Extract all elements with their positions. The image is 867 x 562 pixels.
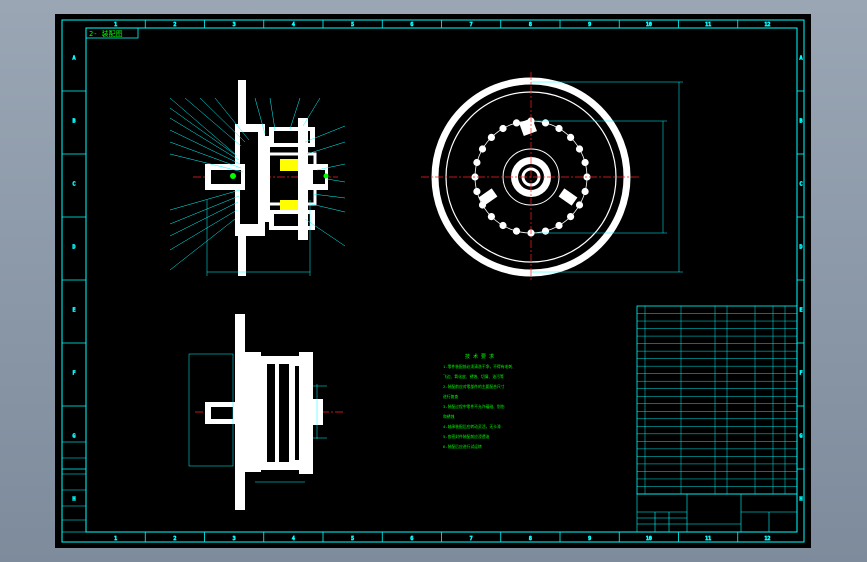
bolt-hole bbox=[575, 201, 584, 209]
zone-letter-right: C bbox=[799, 182, 802, 188]
bolt-hole bbox=[555, 221, 563, 230]
zone-letter-left: E bbox=[72, 308, 75, 314]
bolt-hole bbox=[581, 187, 589, 196]
bolt-hole bbox=[555, 124, 563, 133]
tech-requirement-line: 进行复查 bbox=[443, 394, 458, 399]
title-tab-text: 2- 装配图 bbox=[89, 29, 123, 38]
assembly-drawing-sheet: 112233445566778899101011111212A AB BC CD DE E… bbox=[61, 19, 805, 543]
zone-letter-right: G bbox=[799, 434, 802, 440]
zone-number-bottom: 9 bbox=[588, 536, 591, 542]
zone-number-top: 12 bbox=[764, 22, 770, 28]
bolt-hole bbox=[499, 221, 507, 230]
zone-letter-right: B bbox=[799, 119, 802, 125]
bolt-hole bbox=[512, 227, 521, 235]
zone-number-top: 10 bbox=[646, 22, 652, 28]
zone-number-bottom: 5 bbox=[351, 536, 354, 542]
zone-letter-left: B bbox=[72, 119, 75, 125]
bolt-hole bbox=[541, 119, 550, 127]
bolt-hole bbox=[487, 212, 496, 221]
zone-number-bottom: 12 bbox=[764, 536, 770, 542]
left-stamp-table bbox=[61, 441, 87, 533]
zone-letter-right: F bbox=[799, 371, 802, 377]
zone-number-bottom: 1 bbox=[114, 536, 117, 542]
bolt-hole bbox=[541, 227, 550, 235]
tech-requirement-line: 2.装配前应对零部件的主要配合尺寸 bbox=[443, 384, 505, 389]
bolt-hole bbox=[473, 187, 481, 196]
zone-letter-left: A bbox=[72, 56, 75, 62]
tech-requirement-line: 1.零件装配前必须清洗干净，不得有毛刺、 bbox=[443, 364, 516, 369]
tech-requirements-heading: 技 术 要 求 bbox=[465, 353, 494, 360]
zone-number-top: 3 bbox=[233, 22, 236, 28]
tech-requirement-line: 6.装配后应进行试运转 bbox=[443, 444, 482, 449]
zone-number-top: 2 bbox=[173, 22, 176, 28]
front-view bbox=[421, 72, 683, 282]
zone-number-bottom: 4 bbox=[292, 536, 295, 542]
zone-number-bottom: 11 bbox=[705, 536, 711, 542]
bolt-hole bbox=[581, 158, 589, 167]
side-view bbox=[188, 314, 345, 510]
zone-number-bottom: 3 bbox=[233, 536, 236, 542]
zone-letter-right: D bbox=[799, 245, 802, 251]
zone-letter-right: A bbox=[799, 56, 802, 62]
zone-number-bottom: 10 bbox=[646, 536, 652, 542]
zone-number-bottom: 6 bbox=[410, 536, 413, 542]
tech-requirement-line: 5.各密封件装配前应浸透油 bbox=[443, 434, 490, 439]
bolt-hole bbox=[575, 145, 584, 153]
tech-requirement-line: 3.装配过程中零件不允许磕碰、划伤 bbox=[443, 404, 505, 409]
bolt-hole bbox=[566, 133, 575, 142]
zone-letter-left: G bbox=[72, 434, 75, 440]
bolt-hole bbox=[487, 133, 496, 142]
zone-number-bottom: 8 bbox=[529, 536, 532, 542]
zone-letter-left: C bbox=[72, 182, 75, 188]
zone-number-top: 6 bbox=[410, 22, 413, 28]
zone-number-top: 9 bbox=[588, 22, 591, 28]
tech-requirement-line: 和锈蚀 bbox=[443, 414, 455, 419]
zone-letter-right: H bbox=[799, 497, 802, 503]
zone-number-top: 7 bbox=[470, 22, 473, 28]
section-view bbox=[169, 80, 346, 276]
zone-letter-right: E bbox=[799, 308, 802, 314]
tech-requirement-line: 4.轴承装配后应转动灵活，无卡滞 bbox=[443, 424, 501, 429]
zone-number-top: 11 bbox=[705, 22, 711, 28]
zone-number-top: 1 bbox=[114, 22, 117, 28]
zone-letter-left: H bbox=[72, 497, 75, 503]
bolt-hole bbox=[473, 158, 481, 167]
zone-number-top: 8 bbox=[529, 22, 532, 28]
technical-requirements: 技 术 要 求 1.零件装配前必须清洗干净，不得有毛刺、飞边、氧化皮、锈蚀、切屑… bbox=[443, 353, 516, 449]
zone-number-top: 5 bbox=[351, 22, 354, 28]
zone-number-bottom: 7 bbox=[470, 536, 473, 542]
zone-letter-left: F bbox=[72, 371, 75, 377]
zone-number-top: 4 bbox=[292, 22, 295, 28]
bill-of-materials bbox=[636, 305, 798, 495]
tech-requirement-line: 飞边、氧化皮、锈蚀、切屑、油污等 bbox=[443, 374, 504, 379]
title-block bbox=[636, 493, 798, 533]
bolt-hole bbox=[478, 145, 487, 153]
bolt-hole bbox=[499, 124, 507, 133]
zone-number-bottom: 2 bbox=[173, 536, 176, 542]
zone-letter-left: D bbox=[72, 245, 75, 251]
bolt-hole bbox=[566, 212, 575, 221]
bolt-hole bbox=[512, 119, 521, 127]
drawing-viewport[interactable]: 1 1 2 2 3 3 4 4 5 5 6 6 7 7 8 8 9 9 10 10 11 11 12 12 A A B B C C D D E E… bbox=[55, 14, 811, 548]
